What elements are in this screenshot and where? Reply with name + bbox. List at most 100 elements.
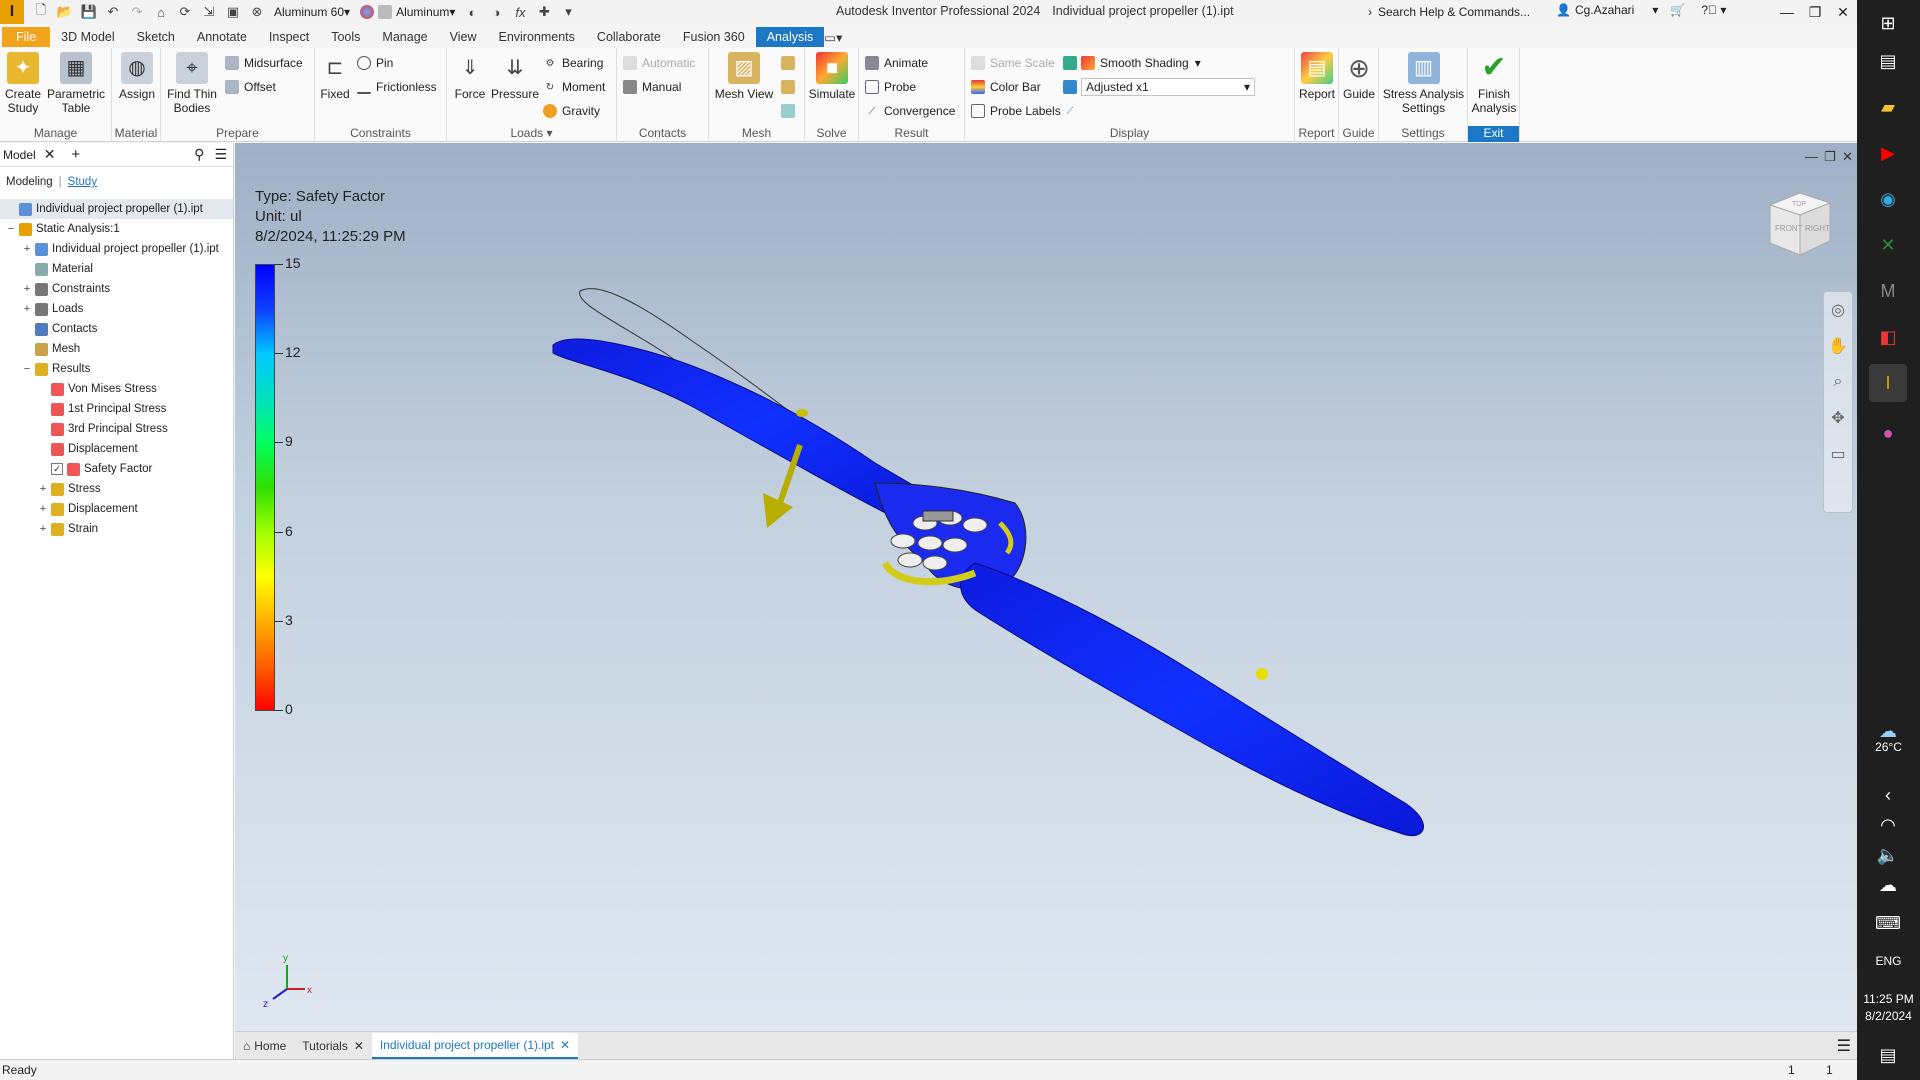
home-icon[interactable]: ⌂ bbox=[150, 2, 172, 22]
office-icon[interactable]: ◧ bbox=[1869, 318, 1907, 356]
task-view-icon[interactable]: ▤ bbox=[1869, 42, 1907, 80]
expand-icon[interactable]: + bbox=[22, 243, 32, 255]
undo-icon[interactable]: ↶ bbox=[102, 2, 124, 22]
view-cube[interactable]: FRONT RIGHT TOP bbox=[1760, 185, 1840, 265]
midsurface-button[interactable]: Midsurface bbox=[225, 54, 303, 72]
mesh-settings-icon[interactable] bbox=[781, 54, 800, 72]
pan-icon[interactable]: ✋ bbox=[1824, 328, 1852, 364]
windows-start-icon[interactable]: ⊞ bbox=[1869, 4, 1907, 42]
tab-annotate[interactable]: Annotate bbox=[186, 27, 258, 47]
customize-icon[interactable]: ▾ bbox=[557, 2, 579, 22]
frictionless-button[interactable]: Frictionless bbox=[357, 78, 437, 96]
tree-node[interactable]: 1st Principal Stress bbox=[0, 399, 233, 419]
inventor-taskbar-icon[interactable]: I bbox=[1869, 364, 1907, 402]
local-mesh-icon[interactable] bbox=[781, 78, 800, 96]
subtab-modeling[interactable]: Modeling bbox=[6, 176, 53, 188]
menu-icon[interactable]: ☰ bbox=[214, 146, 227, 163]
redo-icon[interactable]: ↷ bbox=[126, 2, 148, 22]
select-icon[interactable]: ⇲ bbox=[198, 2, 220, 22]
graphics-viewport[interactable]: Type: Safety Factor Unit: ul 8/2/2024, 1… bbox=[235, 143, 1857, 1031]
tree-node[interactable]: Individual project propeller (1).ipt bbox=[0, 199, 233, 219]
tree-node[interactable]: 3rd Principal Stress bbox=[0, 419, 233, 439]
save-icon[interactable]: 💾 bbox=[78, 2, 100, 22]
collapse-icon[interactable]: − bbox=[22, 363, 32, 375]
tree-node[interactable]: Material bbox=[0, 259, 233, 279]
clear-icon[interactable]: ⊗ bbox=[246, 2, 268, 22]
keyboard-icon[interactable]: ⌨ bbox=[1869, 904, 1907, 942]
fx-icon[interactable]: fx bbox=[509, 2, 531, 22]
search-help-input[interactable]: › Search Help & Commands... bbox=[1368, 2, 1548, 22]
tree-node[interactable]: Contacts bbox=[0, 319, 233, 339]
offset-button[interactable]: Offset bbox=[225, 78, 276, 96]
create-study-button[interactable]: ✦ Create Study bbox=[3, 52, 43, 115]
assign-button[interactable]: ◍ Assign bbox=[118, 52, 156, 101]
tab-sketch[interactable]: Sketch bbox=[126, 27, 186, 47]
smooth-shading-dropdown[interactable]: Smooth Shading ▾ bbox=[1081, 54, 1201, 72]
youtube-icon[interactable]: ▶ bbox=[1869, 134, 1907, 172]
close-icon[interactable]: ✕ bbox=[354, 1039, 364, 1053]
minimize-button[interactable]: — bbox=[1773, 0, 1801, 24]
zoom-icon[interactable]: ⌕ bbox=[1824, 364, 1852, 400]
animate-button[interactable]: Animate bbox=[865, 54, 928, 72]
moment-button[interactable]: ↻ Moment bbox=[543, 78, 606, 96]
add-tab-icon[interactable]: + bbox=[71, 146, 80, 163]
color-bar-button[interactable]: Color Bar bbox=[971, 78, 1041, 96]
user-menu[interactable]: 👤 Cg.Azahari ▾ 🛒 ?⃝ ▾ bbox=[1556, 3, 1726, 17]
manual-button[interactable]: Manual bbox=[623, 78, 681, 96]
finish-analysis-button[interactable]: ✔ Finish Analysis bbox=[1470, 52, 1518, 116]
tree-node[interactable]: Von Mises Stress bbox=[0, 379, 233, 399]
parametric-table-button[interactable]: ▦ Parametric Table bbox=[46, 52, 106, 115]
boundary-conditions-icon[interactable] bbox=[1063, 54, 1082, 72]
close-icon[interactable]: ✕ bbox=[560, 1038, 570, 1052]
clear-appearance-icon[interactable]: ◑ bbox=[485, 2, 507, 22]
tree-node[interactable]: + Stress bbox=[0, 479, 233, 499]
max-value-icon[interactable] bbox=[1063, 78, 1082, 96]
app-m-icon[interactable]: M bbox=[1869, 272, 1907, 310]
input-language[interactable]: ENG bbox=[1857, 954, 1920, 968]
material-selector[interactable]: Aluminum ▾ bbox=[356, 2, 459, 22]
tree-node[interactable]: + Constraints bbox=[0, 279, 233, 299]
plus-icon[interactable]: ✚ bbox=[533, 2, 555, 22]
convergence-button[interactable]: ⟋ Convergence bbox=[865, 102, 956, 120]
excel-icon[interactable]: ✕ bbox=[1869, 226, 1907, 264]
expand-icon[interactable]: + bbox=[38, 503, 48, 515]
restore-button[interactable]: ❐ bbox=[1801, 0, 1829, 24]
tab-manage[interactable]: Manage bbox=[371, 27, 438, 47]
look-at-icon[interactable]: ▭ bbox=[1824, 436, 1852, 472]
orbit-icon[interactable]: ✥ bbox=[1824, 400, 1852, 436]
home-tab[interactable]: ⌂ Home bbox=[235, 1033, 294, 1059]
color-override-icon[interactable]: ▣ bbox=[222, 2, 244, 22]
tab-view[interactable]: View bbox=[439, 27, 488, 47]
tree-node[interactable]: − Static Analysis:1 bbox=[0, 219, 233, 239]
edge-icon[interactable]: ◉ bbox=[1869, 180, 1907, 218]
inventor-logo[interactable]: I bbox=[0, 0, 24, 24]
pin-button[interactable]: Pin bbox=[357, 54, 393, 72]
tree-node[interactable]: + Loads bbox=[0, 299, 233, 319]
model-tab[interactable]: Model bbox=[3, 148, 36, 162]
tab-list-menu-icon[interactable]: ☰ bbox=[1837, 1036, 1851, 1056]
expand-icon[interactable]: + bbox=[22, 283, 32, 295]
close-icon[interactable]: ✕ bbox=[44, 146, 56, 163]
clock-time[interactable]: 11:25 PM bbox=[1857, 992, 1920, 1006]
report-button[interactable]: ▤ Report bbox=[1298, 52, 1336, 101]
probe-button[interactable]: Probe bbox=[865, 78, 916, 96]
gravity-button[interactable]: Gravity bbox=[543, 102, 600, 120]
tab-analysis[interactable]: Analysis bbox=[755, 27, 825, 47]
subtab-study[interactable]: Study bbox=[68, 176, 97, 188]
probe-labels-button[interactable]: Probe Labels bbox=[971, 102, 1061, 120]
force-button[interactable]: ⇓ Force bbox=[451, 52, 489, 101]
color-app-icon[interactable]: ● bbox=[1869, 414, 1907, 452]
tab-environments[interactable]: Environments bbox=[487, 27, 585, 47]
guide-button[interactable]: ⊕ Guide bbox=[1342, 52, 1376, 101]
loads-panel-label[interactable]: Loads ▾ bbox=[447, 126, 616, 142]
search-icon[interactable]: ⚲ bbox=[194, 146, 204, 163]
convergence-settings-icon[interactable] bbox=[781, 102, 800, 120]
new-icon[interactable]: 🗋 bbox=[30, 2, 52, 22]
same-scale-button[interactable]: Same Scale bbox=[971, 54, 1055, 72]
collapse-icon[interactable]: − bbox=[6, 223, 16, 235]
expand-icon[interactable]: + bbox=[38, 483, 48, 495]
find-thin-bodies-button[interactable]: ⌖ Find Thin Bodies bbox=[164, 52, 220, 115]
pressure-button[interactable]: ⇊ Pressure bbox=[491, 52, 539, 101]
file-explorer-icon[interactable]: ▰ bbox=[1869, 88, 1907, 126]
panel-options-icon[interactable]: ▭▾ bbox=[824, 27, 856, 47]
